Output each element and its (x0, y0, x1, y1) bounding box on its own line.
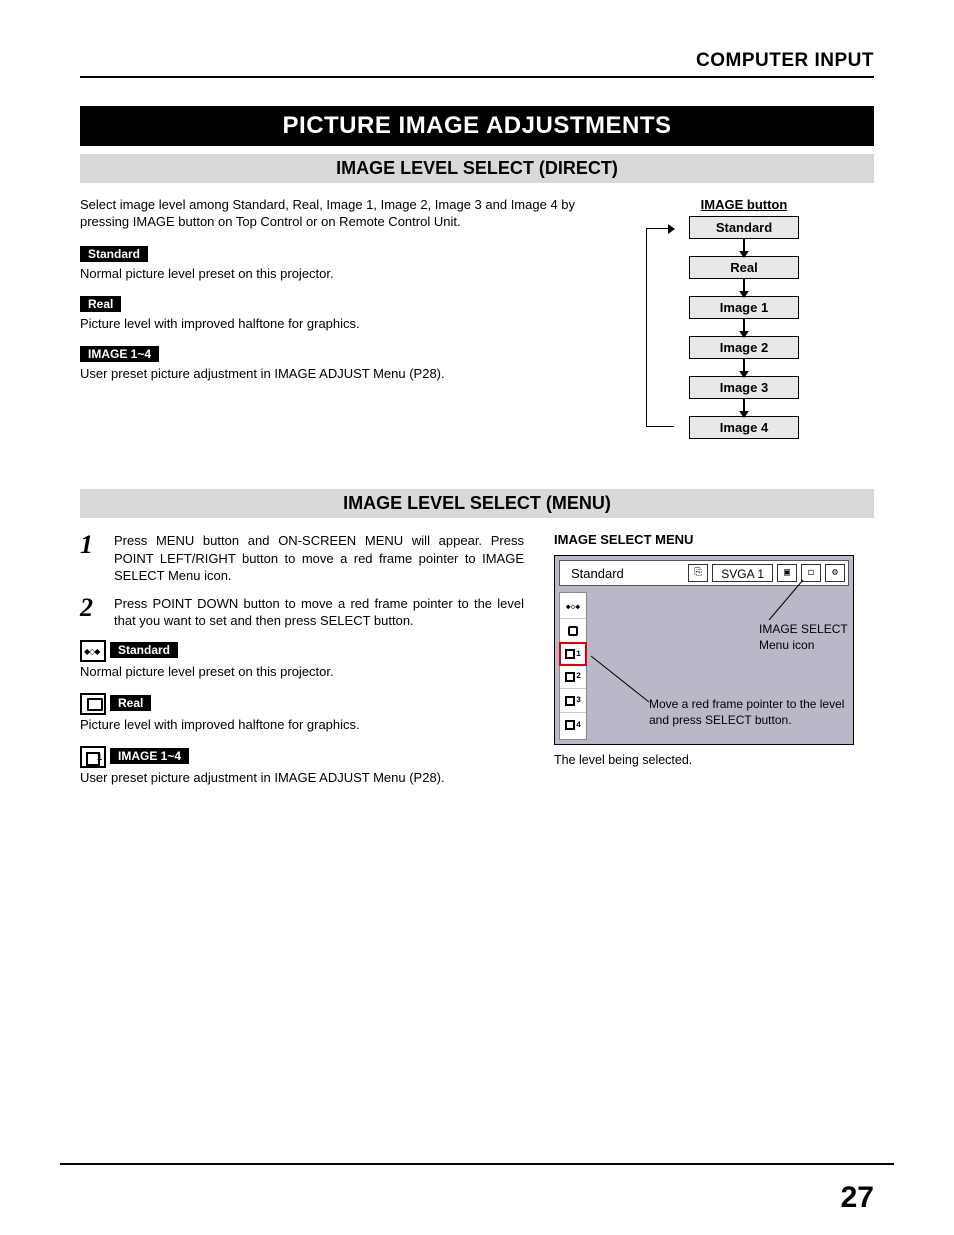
real-icon (80, 693, 106, 715)
step-item: 2 Press POINT DOWN button to move a red … (80, 595, 524, 630)
desc-image14: User preset picture adjustment in IMAGE … (80, 366, 584, 381)
desc-standard: Normal picture level preset on this proj… (80, 664, 524, 679)
step-number: 1 (80, 532, 100, 585)
desc-real: Picture level with improved halftone for… (80, 316, 584, 331)
osd-caption: The level being selected. (554, 753, 874, 767)
osd-mockup: Standard ⎘ SVGA 1 ▣ ◻ ⚙ ◆◇◆ 1 2 3 4 (554, 555, 854, 745)
return-arrow-icon (668, 224, 675, 234)
tag-real: Real (110, 695, 151, 711)
bottom-rule (60, 1163, 894, 1165)
annotation-icon: IMAGE SELECT Menu icon (759, 622, 859, 653)
annotation-lines (559, 562, 859, 762)
osd-item-image3: 3 (560, 689, 586, 713)
flow-title: IMAGE button (614, 197, 874, 212)
setting-icon: ⚙ (825, 564, 845, 582)
osd-item-real (560, 619, 586, 643)
standard-icon (80, 640, 106, 662)
osd-item-image1: 1 (559, 642, 587, 666)
desc-image14: User preset picture adjustment in IMAGE … (80, 770, 524, 785)
page-title: PICTURE IMAGE ADJUSTMENTS (80, 106, 874, 146)
image1-icon: 1 (80, 746, 106, 768)
tag-standard: Standard (110, 642, 178, 658)
tag-image14: IMAGE 1~4 (110, 748, 189, 764)
tag-standard: Standard (80, 246, 148, 262)
flow-box: Image 1 (689, 296, 799, 319)
flow-box: Standard (689, 216, 799, 239)
osd-item-standard: ◆◇◆ (560, 595, 586, 619)
image-select-icon: ▣ (777, 564, 797, 582)
osd-selected-label: Standard (563, 566, 684, 581)
step-number: 2 (80, 595, 100, 630)
flow-box: Real (689, 256, 799, 279)
osd-item-image4: 4 (560, 713, 586, 737)
subsection-title-menu: IMAGE LEVEL SELECT (MENU) (80, 489, 874, 518)
osd-top-bar: Standard ⎘ SVGA 1 ▣ ◻ ⚙ (559, 560, 849, 586)
page-number: 27 (841, 1181, 874, 1215)
section-header: COMPUTER INPUT (80, 50, 874, 72)
flow-box: Image 3 (689, 376, 799, 399)
flow-box: Image 2 (689, 336, 799, 359)
osd-item-image2: 2 (560, 665, 586, 689)
desc-real: Picture level with improved halftone for… (80, 717, 524, 732)
step-item: 1 Press MENU button and ON-SCREEN MENU w… (80, 532, 524, 585)
input-icon: ⎘ (688, 564, 708, 582)
step-text: Press MENU button and ON-SCREEN MENU wil… (114, 532, 524, 585)
tag-image14: IMAGE 1~4 (80, 346, 159, 362)
subsection-title-direct: IMAGE LEVEL SELECT (DIRECT) (80, 154, 874, 183)
annotation-pointer: Move a red frame pointer to the level an… (649, 697, 849, 728)
step-text: Press POINT DOWN button to move a red fr… (114, 595, 524, 630)
return-line (646, 228, 674, 427)
osd-mode-label: SVGA 1 (712, 564, 773, 582)
flow-box: Image 4 (689, 416, 799, 439)
screen-icon: ◻ (801, 564, 821, 582)
menu-title: IMAGE SELECT MENU (554, 532, 874, 547)
tag-real: Real (80, 296, 121, 312)
flow-diagram: Standard Real Image 1 Image 2 Image 3 Im… (674, 216, 814, 439)
osd-sidebar: ◆◇◆ 1 2 3 4 (559, 592, 587, 740)
desc-standard: Normal picture level preset on this proj… (80, 266, 584, 281)
intro-text: Select image level among Standard, Real,… (80, 197, 584, 231)
